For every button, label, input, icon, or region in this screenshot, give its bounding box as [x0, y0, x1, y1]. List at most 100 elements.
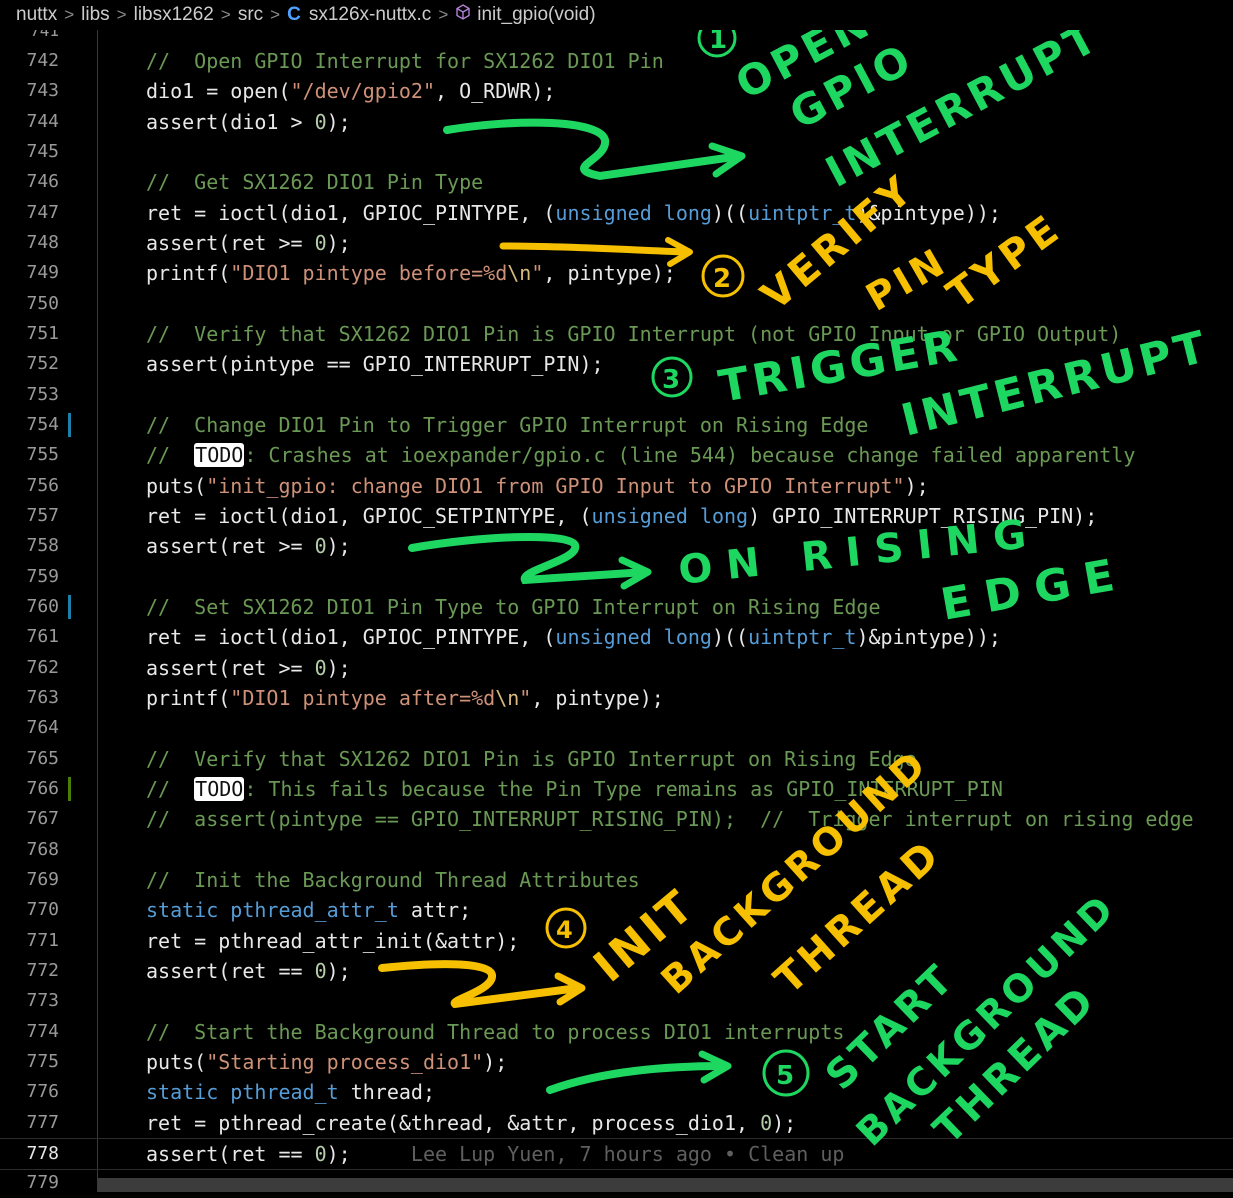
code-text[interactable]: ret = ioctl(dio1, GPIOC_PINTYPE, (unsign…: [146, 198, 1001, 228]
code-token: : Crashes at ioexpander/gpio.c (line 544…: [244, 443, 1136, 468]
code-line[interactable]: 774 // Start the Background Thread to pro…: [0, 1017, 1233, 1047]
code-text[interactable]: // Verify that SX1262 DIO1 Pin is GPIO I…: [146, 744, 917, 774]
code-text[interactable]: // assert(pintype == GPIO_INTERRUPT_RISI…: [146, 804, 1194, 834]
code-text[interactable]: static pthread_t thread;: [146, 1077, 435, 1107]
code-line[interactable]: 764: [0, 713, 1233, 743]
code-line[interactable]: 742 // Open GPIO Interrupt for SX1262 DIO…: [0, 46, 1233, 76]
breadcrumb-item-libsx1262[interactable]: libsx1262: [134, 4, 214, 26]
code-line[interactable]: 744 assert(dio1 > 0);: [0, 107, 1233, 137]
code-line[interactable]: 770 static pthread_attr_t attr;: [0, 895, 1233, 925]
code-text[interactable]: // Get SX1262 DIO1 Pin Type: [146, 167, 483, 197]
code-text[interactable]: assert(dio1 > 0);: [146, 107, 351, 137]
code-text[interactable]: assert(ret >= 0);: [146, 228, 351, 258]
code-text[interactable]: puts("init_gpio: change DIO1 from GPIO I…: [146, 471, 929, 501]
code-line[interactable]: 776 static pthread_t thread;: [0, 1077, 1233, 1107]
code-line[interactable]: 749 printf("DIO1 pintype before=%d\n", pi…: [0, 258, 1233, 288]
code-text[interactable]: static pthread_attr_t attr;: [146, 895, 471, 925]
code-token: dio1 = open(: [146, 79, 291, 104]
code-text[interactable]: ret = pthread_attr_init(&attr);: [146, 926, 519, 956]
code-text[interactable]: dio1 = open("/dev/gpio2", O_RDWR);: [146, 76, 555, 106]
code-line[interactable]: 745: [0, 137, 1233, 167]
code-text[interactable]: // TODO: Crashes at ioexpander/gpio.c (l…: [146, 440, 1135, 470]
line-number: 769: [26, 868, 59, 890]
code-line[interactable]: 769 // Init the Background Thread Attribu…: [0, 865, 1233, 895]
code-text[interactable]: ret = pthread_create(&thread, &attr, pro…: [146, 1108, 796, 1138]
code-token: 0: [314, 655, 327, 680]
code-line[interactable]: 777 ret = pthread_create(&thread, &attr, …: [0, 1108, 1233, 1138]
code-token: )((: [711, 200, 749, 225]
line-number: 773: [26, 990, 59, 1012]
code-line[interactable]: 766 // TODO: This fails because the Pin T…: [0, 774, 1233, 804]
code-editor[interactable]: 741 742// Open GPIO Interrupt for SX1262…: [0, 0, 1233, 1193]
code-token: 0: [314, 230, 327, 255]
code-line[interactable]: 773: [0, 986, 1233, 1016]
code-line[interactable]: 750: [0, 289, 1233, 319]
line-number: 776: [26, 1081, 59, 1103]
code-line[interactable]: 771 ret = pthread_attr_init(&attr);: [0, 926, 1233, 956]
code-line[interactable]: 748 assert(ret >= 0);: [0, 228, 1233, 258]
code-line[interactable]: 772 assert(ret == 0);: [0, 956, 1233, 986]
modified-line-marker[interactable]: [68, 412, 71, 437]
code-line[interactable]: 743 dio1 = open("/dev/gpio2", O_RDWR);: [0, 76, 1233, 106]
code-line[interactable]: 760 // Set SX1262 DIO1 Pin Type to GPIO I…: [0, 592, 1233, 622]
added-line-marker[interactable]: [68, 776, 71, 801]
breadcrumb-item-file[interactable]: sx126x-nuttx.c: [309, 4, 432, 26]
code-text[interactable]: // Set SX1262 DIO1 Pin Type to GPIO Inte…: [146, 592, 881, 622]
code-text[interactable]: assert(pintype == GPIO_INTERRUPT_PIN);: [146, 349, 604, 379]
line-number: 747: [26, 201, 59, 223]
code-token: assert(dio1 >: [146, 109, 315, 134]
code-text[interactable]: // TODO: This fails because the Pin Type…: [146, 774, 1003, 804]
code-line[interactable]: 762 assert(ret >= 0);: [0, 653, 1233, 683]
code-token: assert(pintype == GPIO_INTERRUPT_PIN);: [146, 352, 604, 377]
code-line[interactable]: 768: [0, 835, 1233, 865]
code-text[interactable]: // Start the Background Thread to proces…: [146, 1017, 844, 1047]
code-line[interactable]: 775 puts("Starting process_dio1");: [0, 1047, 1233, 1077]
line-number: 751: [26, 322, 59, 344]
line-number: 754: [26, 413, 59, 435]
code-text[interactable]: // Change DIO1 Pin to Trigger GPIO Inter…: [146, 410, 868, 440]
breadcrumb-item-symbol[interactable]: init_gpio(void): [477, 4, 595, 26]
code-line[interactable]: 765 // Verify that SX1262 DIO1 Pin is GPI…: [0, 744, 1233, 774]
code-text[interactable]: ret = ioctl(dio1, GPIOC_SETPINTYPE, (uns…: [146, 501, 1097, 531]
code-line[interactable]: 751 // Verify that SX1262 DIO1 Pin is GPI…: [0, 319, 1233, 349]
code-text[interactable]: printf("DIO1 pintype before=%d\n", pinty…: [146, 258, 676, 288]
code-text[interactable]: puts("Starting process_dio1");: [146, 1047, 507, 1077]
code-line[interactable]: 754 // Change DIO1 Pin to Trigger GPIO In…: [0, 410, 1233, 440]
line-number: 765: [26, 747, 59, 769]
code-line[interactable]: 758 assert(ret >= 0);: [0, 531, 1233, 561]
code-text[interactable]: assert(ret == 0);: [146, 956, 351, 986]
code-line[interactable]: 746 // Get SX1262 DIO1 Pin Type: [0, 167, 1233, 197]
code-text[interactable]: // Verify that SX1262 DIO1 Pin is GPIO I…: [146, 319, 1121, 349]
code-text[interactable]: printf("DIO1 pintype after=%d\n", pintyp…: [146, 683, 664, 713]
code-text[interactable]: assert(ret >= 0);: [146, 531, 351, 561]
line-number: 767: [26, 808, 59, 830]
code-line[interactable]: 759: [0, 562, 1233, 592]
breadcrumb-item-src[interactable]: src: [238, 4, 263, 26]
code-line[interactable]: 757 ret = ioctl(dio1, GPIOC_SETPINTYPE, (…: [0, 501, 1233, 531]
line-number: 749: [26, 262, 59, 284]
code-line[interactable]: 763 printf("DIO1 pintype after=%d\n", pin…: [0, 683, 1233, 713]
code-line[interactable]: 753: [0, 380, 1233, 410]
code-line[interactable]: 752 assert(pintype == GPIO_INTERRUPT_PIN)…: [0, 349, 1233, 379]
code-line[interactable]: 747 ret = ioctl(dio1, GPIOC_PINTYPE, (uns…: [0, 198, 1233, 228]
code-token: assert(ret ==: [146, 1141, 315, 1166]
breadcrumb-item-libs[interactable]: libs: [81, 4, 110, 26]
code-text[interactable]: // Init the Background Thread Attributes: [146, 865, 640, 895]
code-text[interactable]: // Open GPIO Interrupt for SX1262 DIO1 P…: [146, 46, 664, 76]
code-line[interactable]: 755 // TODO: Crashes at ioexpander/gpio.c…: [0, 440, 1233, 470]
code-line[interactable]: 761 ret = ioctl(dio1, GPIOC_PINTYPE, (uns…: [0, 622, 1233, 652]
code-line[interactable]: 767 // assert(pintype == GPIO_INTERRUPT_R…: [0, 804, 1233, 834]
code-token: assert(ret >=: [146, 230, 315, 255]
horizontal-scrollbar[interactable]: [98, 1178, 1233, 1192]
code-line-current[interactable]: 778 assert(ret == 0); Lee Lup Yuen, 7 hou…: [0, 1137, 1233, 1170]
code-line[interactable]: 756 puts("init_gpio: change DIO1 from GPI…: [0, 471, 1233, 501]
code-token: ) GPIO_INTERRUPT_RISING_PIN);: [748, 503, 1098, 528]
line-number: 743: [26, 80, 59, 102]
code-text[interactable]: assert(ret >= 0);: [146, 653, 351, 683]
code-text[interactable]: ret = ioctl(dio1, GPIOC_PINTYPE, (unsign…: [146, 622, 1001, 652]
code-token: ": [531, 261, 544, 286]
code-token: // Verify that SX1262 DIO1 Pin is GPIO I…: [146, 746, 917, 771]
modified-line-marker[interactable]: [68, 594, 71, 619]
code-text[interactable]: assert(ret == 0); Lee Lup Yuen, 7 hours …: [146, 1139, 844, 1169]
breadcrumb-item-nuttx[interactable]: nuttx: [16, 4, 57, 26]
